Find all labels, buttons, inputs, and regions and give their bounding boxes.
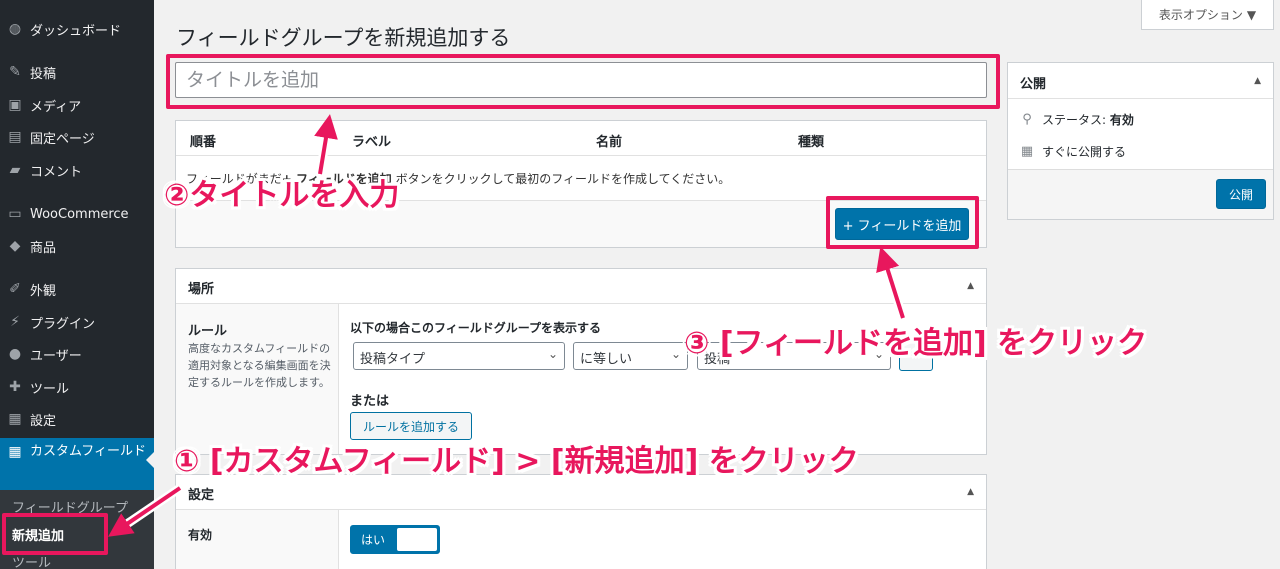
annotation-step1: ① [カスタムフィールド] > [新規追加] をクリック [174,444,859,479]
annotation-step3: ③ [フィールドを追加] をクリック [684,326,1148,361]
arrow-to-add-field [876,246,905,319]
annotation-arrows [108,114,908,537]
arrow-to-add-new [108,486,182,537]
annotation-step2: ②タイトルを入力 [164,178,400,213]
